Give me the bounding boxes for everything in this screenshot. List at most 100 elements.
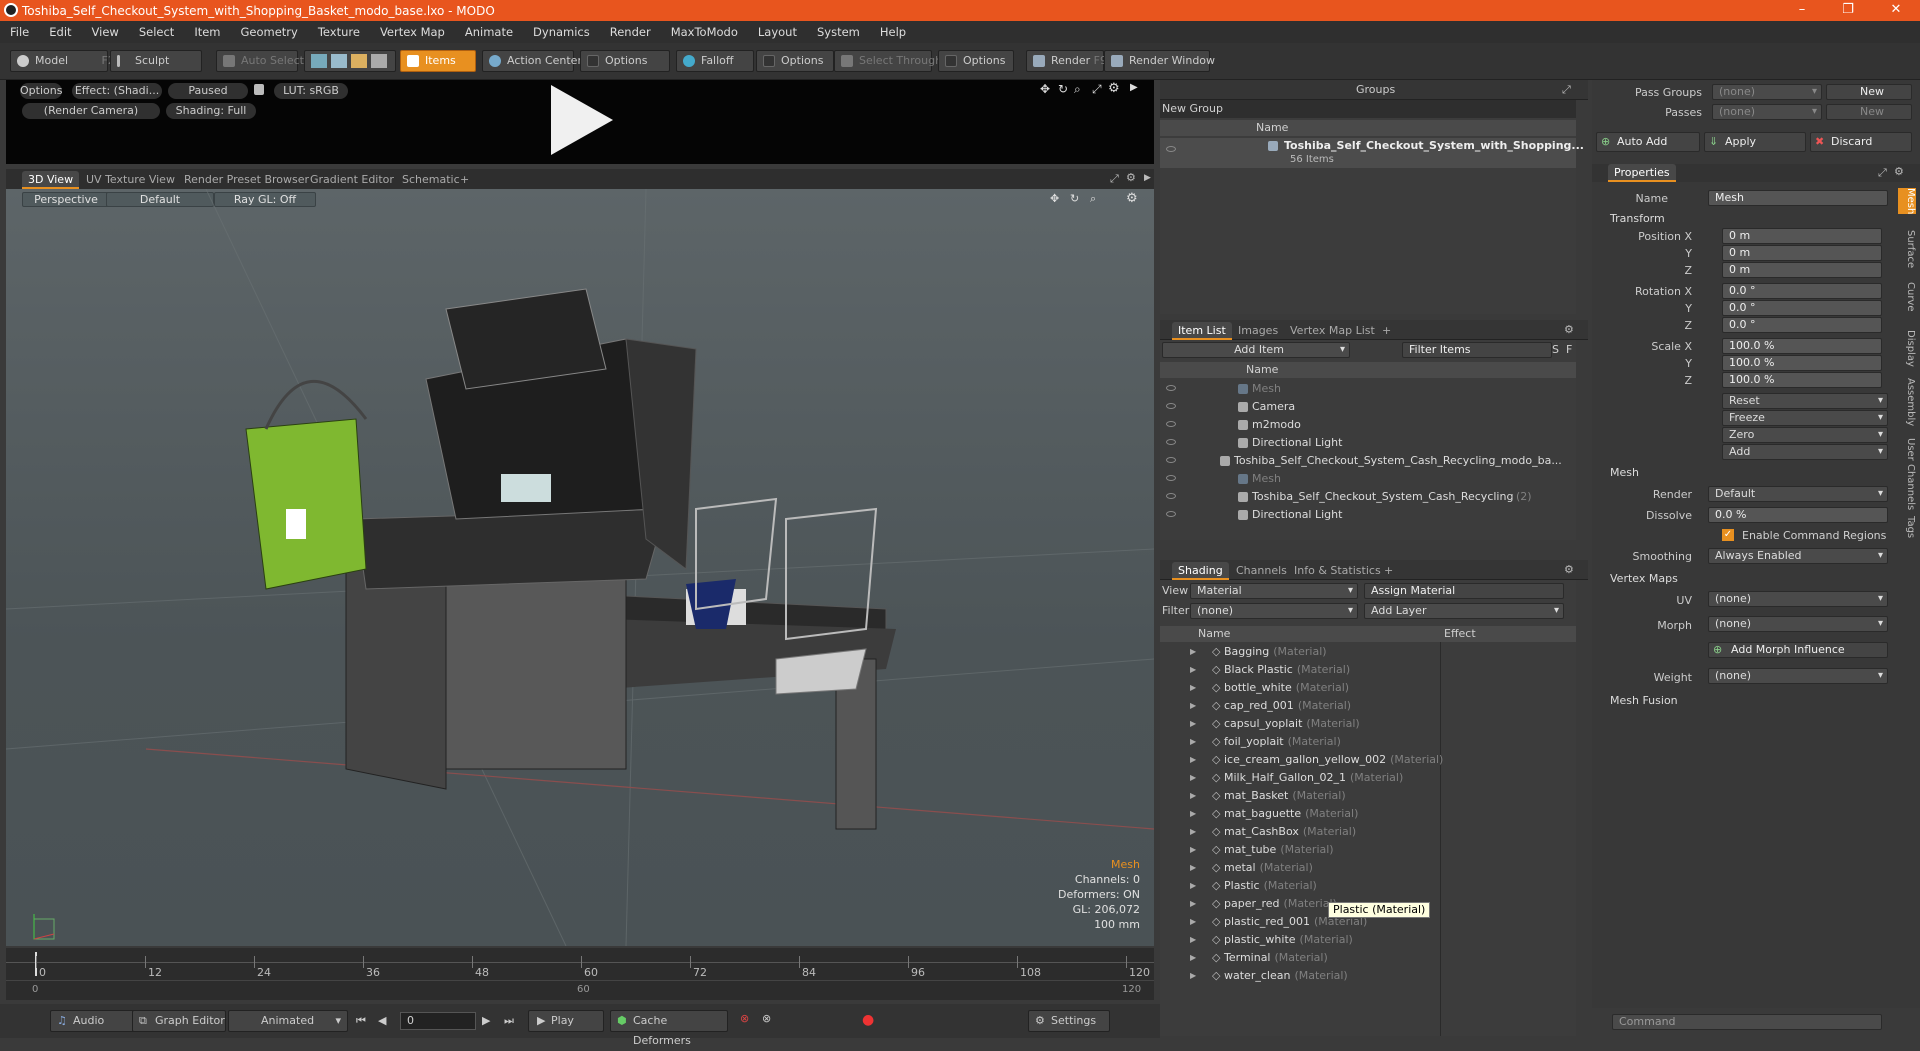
view-dropdown[interactable]: Material	[1190, 583, 1358, 599]
action-center-button[interactable]: Action Center	[482, 50, 582, 72]
preview-camera-dropdown[interactable]: (Render Camera)	[22, 103, 160, 119]
tab-uv-texture-view[interactable]: UV Texture View	[80, 171, 181, 189]
record-icon[interactable]: ●	[862, 1012, 874, 1028]
maximize-icon[interactable]: ⤢	[1092, 82, 1102, 97]
expand-icon[interactable]: ⤢	[1878, 166, 1887, 180]
expand-arrow-icon[interactable]: ▶	[1190, 697, 1196, 715]
group-row[interactable]: Toshiba_Self_Checkout_System_with_Shoppi…	[1160, 138, 1584, 168]
expand-arrow-icon[interactable]: ▶	[1190, 733, 1196, 751]
add-item-dropdown[interactable]: Add Item	[1162, 342, 1350, 358]
key-icon[interactable]: ⊗	[740, 1012, 749, 1025]
eye-icon[interactable]	[1166, 493, 1176, 499]
eye-icon[interactable]	[1166, 511, 1176, 517]
pass-groups-dropdown[interactable]: (none)	[1712, 84, 1822, 100]
side-tab-user-channels[interactable]: User Channels	[1898, 438, 1916, 510]
new-pass-group-button[interactable]: New	[1826, 84, 1912, 100]
smoothing-dropdown[interactable]: Always Enabled	[1708, 548, 1888, 564]
tab-3d-view[interactable]: 3D View	[22, 171, 80, 189]
menu-select[interactable]: Select	[129, 25, 184, 39]
eye-icon[interactable]	[1166, 403, 1176, 409]
gear-icon[interactable]: ⚙	[1108, 81, 1120, 96]
autokey-icon[interactable]: ⊗	[762, 1012, 771, 1025]
gear-icon[interactable]: ⚙	[1894, 165, 1904, 178]
render-button[interactable]: Render F9	[1026, 50, 1107, 72]
vertex-maps-section[interactable]: Vertex Maps	[1610, 572, 1678, 585]
menu-geometry[interactable]: Geometry	[231, 25, 308, 39]
lock-icon[interactable]	[254, 84, 264, 95]
close-button[interactable]: ✕	[1876, 0, 1916, 21]
item-list-row[interactable]: Toshiba_Self_Checkout_System_Cash_Recycl…	[1160, 488, 1576, 506]
expand-arrow-icon[interactable]: ▶	[1190, 679, 1196, 697]
arrow-right-icon[interactable]: ▶	[1130, 82, 1138, 93]
material-row[interactable]: ▶ ◇ ice_cream_gallon_yellow_002 (Material)	[1156, 751, 1572, 769]
expand-arrow-icon[interactable]: ▶	[1190, 877, 1196, 895]
menu-layout[interactable]: Layout	[748, 25, 807, 39]
morph-dropdown[interactable]: (none)	[1708, 616, 1888, 632]
search-s-button[interactable]: S	[1552, 343, 1559, 356]
mesh-section[interactable]: Mesh	[1610, 466, 1639, 479]
menu-view[interactable]: View	[82, 25, 129, 39]
command-input[interactable]: Command	[1612, 1014, 1882, 1030]
expand-arrow-icon[interactable]: ▶	[1190, 787, 1196, 805]
material-row[interactable]: ▶ ◇ mat_tube (Material)	[1156, 841, 1572, 859]
add-morph-influence-button[interactable]: ⊕ Add Morph Influence	[1708, 642, 1888, 658]
polygons-icon[interactable]	[351, 54, 367, 68]
expand-arrow-icon[interactable]: ▶	[1190, 841, 1196, 859]
go-start-icon[interactable]: ⏮	[356, 1014, 366, 1028]
expand-arrow-icon[interactable]: ▶	[1190, 949, 1196, 967]
animated-dropdown[interactable]: Animated ▾	[228, 1010, 348, 1032]
menu-animate[interactable]: Animate	[455, 25, 523, 39]
move-icon[interactable]: ✥	[1040, 82, 1050, 96]
settings-button[interactable]: ⚙ Settings	[1028, 1010, 1110, 1032]
edges-icon[interactable]	[331, 54, 347, 68]
uv-dropdown[interactable]: (none)	[1708, 591, 1888, 607]
weight-dropdown[interactable]: (none)	[1708, 668, 1888, 684]
material-row[interactable]: ▶ ◇ Plastic (Material)	[1156, 877, 1572, 895]
side-tab-mesh[interactable]: Mesh	[1898, 188, 1916, 215]
side-tab-surface[interactable]: Surface	[1898, 230, 1916, 268]
item-list-row[interactable]: Toshiba_Self_Checkout_System_Cash_Recycl…	[1160, 452, 1576, 470]
menu-item[interactable]: Item	[184, 25, 230, 39]
graph-editor-button[interactable]: ⧉ Graph Editor	[132, 1010, 226, 1032]
zero-dropdown[interactable]: Zero	[1722, 427, 1888, 443]
material-row[interactable]: ▶ ◇ capsul_yoplait (Material)	[1156, 715, 1572, 733]
maximize-button[interactable]: ❐	[1828, 0, 1868, 21]
material-row[interactable]: ▶ ◇ water_clean (Material)	[1156, 967, 1572, 985]
item-list-row[interactable]: Mesh	[1160, 380, 1576, 398]
eye-icon[interactable]	[1166, 439, 1176, 445]
item-list-row[interactable]: Directional Light	[1160, 434, 1576, 452]
preview-lut-dropdown[interactable]: LUT: sRGB	[274, 83, 348, 99]
passes-dropdown[interactable]: (none)	[1712, 104, 1822, 120]
item-list-row[interactable]: Directional Light	[1160, 506, 1576, 524]
menu-edit[interactable]: Edit	[39, 25, 81, 39]
side-tab-display[interactable]: Display	[1898, 330, 1916, 367]
tab-render-preset-browser[interactable]: Render Preset Browser	[178, 171, 315, 189]
material-row[interactable]: ▶ ◇ cap_red_001 (Material)	[1156, 697, 1572, 715]
position-y-field[interactable]: 0 m	[1722, 245, 1882, 261]
filter-dropdown[interactable]: (none)	[1190, 603, 1358, 619]
new-pass-button[interactable]: New	[1826, 104, 1912, 120]
render-dropdown[interactable]: Default	[1708, 486, 1888, 502]
assign-material-input[interactable]: Assign Material	[1364, 583, 1564, 599]
side-tab-assembly[interactable]: Assembly	[1898, 378, 1916, 426]
material-row[interactable]: ▶ ◇ Milk_Half_Gallon_02_1 (Material)	[1156, 769, 1572, 787]
add-tab-button[interactable]: +	[1378, 562, 1399, 580]
material-row[interactable]: ▶ ◇ Bagging (Material)	[1156, 643, 1572, 661]
side-tab-tags[interactable]: Tags	[1898, 516, 1916, 538]
falloff-button[interactable]: Falloff	[676, 50, 754, 72]
tab-shading[interactable]: Shading	[1172, 562, 1229, 580]
scale-y-field[interactable]: 100.0 %	[1722, 355, 1882, 371]
expand-arrow-icon[interactable]: ▶	[1190, 715, 1196, 733]
minimize-button[interactable]: –	[1782, 0, 1822, 21]
material-row[interactable]: ▶ ◇ mat_CashBox (Material)	[1156, 823, 1572, 841]
add-tab-button[interactable]: +	[454, 171, 475, 189]
items-mode-button[interactable]: Items	[400, 50, 476, 72]
tab-properties[interactable]: Properties	[1608, 164, 1676, 182]
auto-select-button[interactable]: Auto Select	[216, 50, 304, 72]
checkbox-checked-icon[interactable]: ✓	[1722, 529, 1734, 541]
material-row[interactable]: ▶ ◇ bottle_white (Material)	[1156, 679, 1572, 697]
tab-info-statistics[interactable]: Info & Statistics	[1288, 562, 1387, 580]
play-button[interactable]: ▶ Play	[528, 1010, 604, 1032]
material-row[interactable]: ▶ ◇ mat_baguette (Material)	[1156, 805, 1572, 823]
side-tab-curve[interactable]: Curve	[1898, 282, 1916, 312]
